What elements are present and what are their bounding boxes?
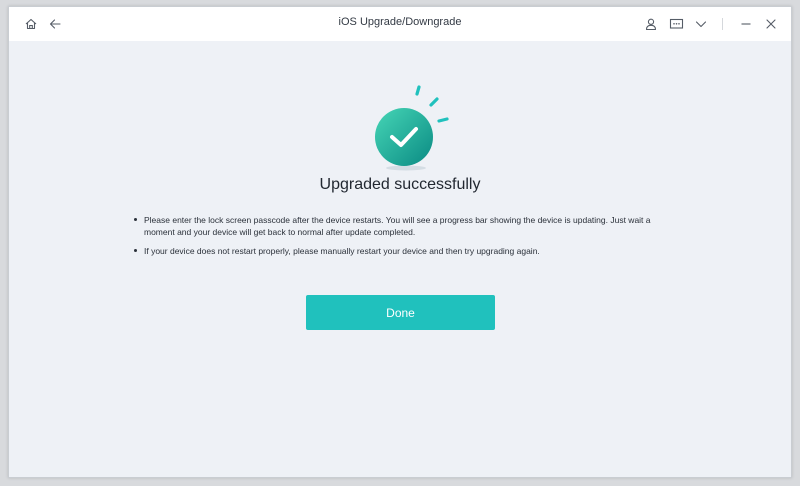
instruction-item: Please enter the lock screen passcode af… [131, 214, 671, 238]
success-badge [354, 81, 454, 171]
result-panel: Upgraded successfully Please enter the l… [9, 41, 791, 479]
instruction-text: If your device does not restart properly… [144, 246, 540, 256]
menu-dropdown-button[interactable] [691, 14, 711, 34]
titlebar-divider [722, 18, 723, 30]
close-button[interactable] [761, 14, 781, 34]
user-icon [644, 17, 658, 31]
bullet-icon [134, 249, 137, 252]
feedback-icon [669, 17, 684, 31]
check-circle [375, 108, 433, 166]
close-icon [764, 17, 778, 31]
done-button[interactable]: Done [306, 295, 495, 330]
minimize-button[interactable] [736, 14, 756, 34]
instruction-text: Please enter the lock screen passcode af… [144, 215, 651, 237]
instructions-list: Please enter the lock screen passcode af… [131, 214, 671, 264]
minimize-icon [739, 17, 753, 31]
feedback-button[interactable] [666, 14, 686, 34]
badge-shadow [386, 165, 426, 171]
title-bar: iOS Upgrade/Downgrade [9, 7, 791, 41]
account-button[interactable] [641, 14, 661, 34]
instruction-item: If your device does not restart properly… [131, 245, 671, 257]
app-window: iOS Upgrade/Downgrade Upgraded successfu… [8, 6, 792, 478]
chevron-down-icon [694, 17, 708, 31]
result-heading: Upgraded successfully [319, 176, 481, 193]
bullet-icon [134, 218, 137, 221]
